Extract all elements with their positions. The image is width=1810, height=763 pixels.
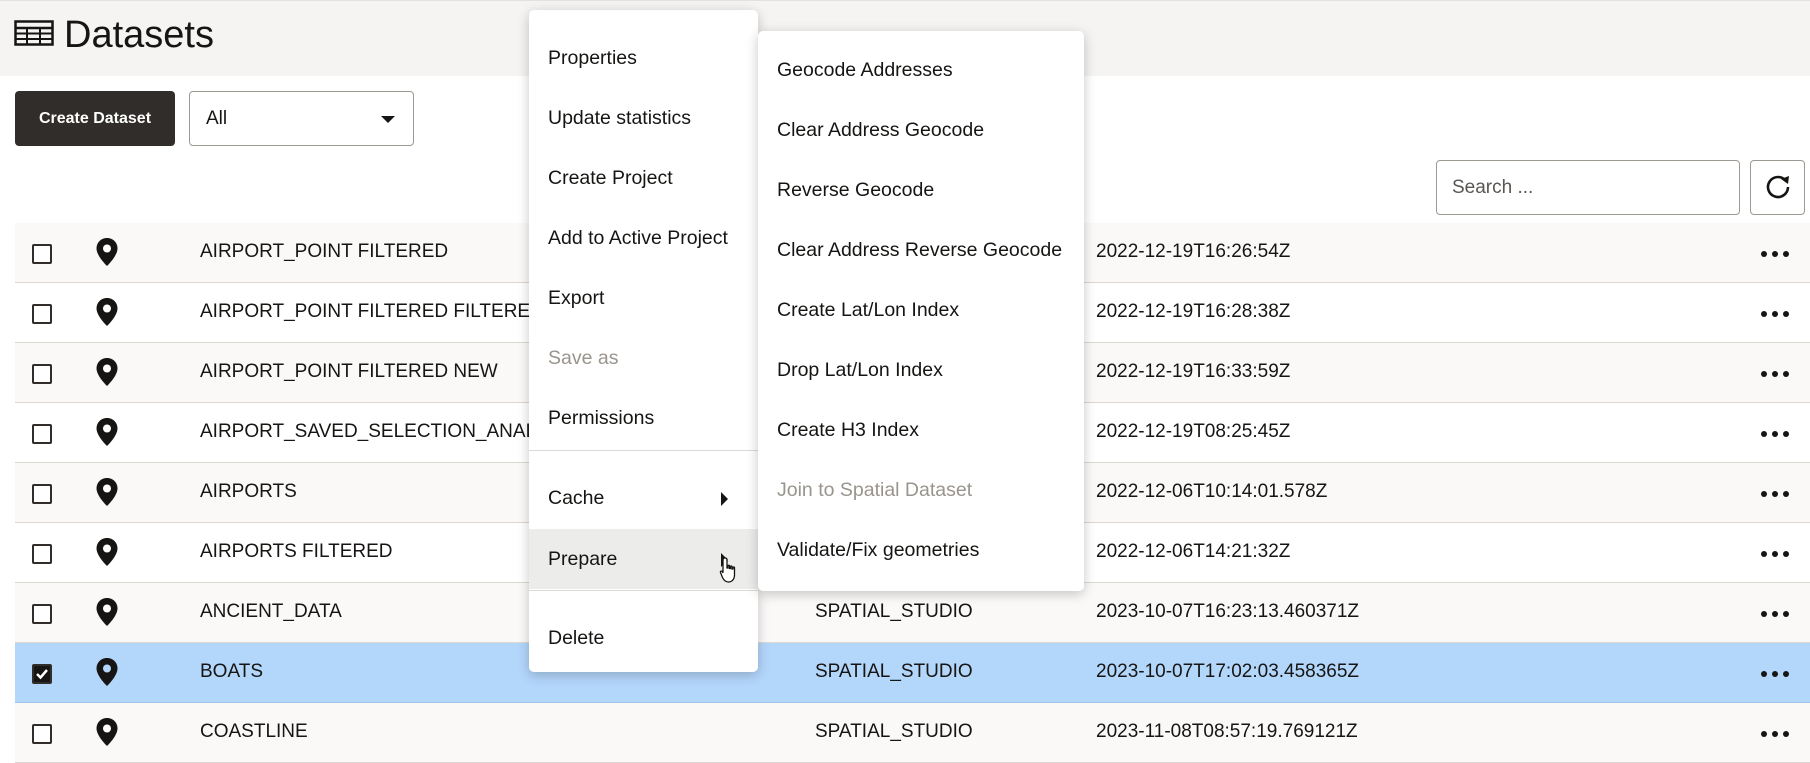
more-actions-icon[interactable] (1760, 543, 1790, 565)
chevron-down-icon (381, 116, 395, 123)
row-checkbox[interactable] (32, 724, 52, 744)
submenu-item-join-to-spatial-dataset: Join to Spatial Dataset (777, 478, 973, 501)
menu-item-permissions[interactable]: Permissions (529, 388, 758, 448)
more-actions-icon[interactable] (1760, 723, 1790, 745)
search-input[interactable] (1436, 160, 1740, 215)
create-dataset-button[interactable]: Create Dataset (15, 91, 175, 146)
dataset-name[interactable]: AIRPORT_POINT FILTERED NEW (200, 361, 498, 383)
submenu-item-geocode-addresses[interactable]: Geocode Addresses (758, 40, 1084, 100)
dataset-owner: SPATIAL_STUDIO (815, 601, 973, 622)
menu-item-save-as: Save as (548, 346, 619, 369)
table-row[interactable]: ANCIENT_DATA SPATIAL_STUDIO 2023-10-07T1… (15, 583, 1810, 643)
submenu-item-create-h3-index[interactable]: Create H3 Index (758, 400, 1084, 460)
row-checkbox[interactable] (32, 304, 52, 324)
dataset-date: 2022-12-06T10:14:01.578Z (1096, 481, 1328, 502)
dataset-date: 2022-12-19T16:26:54Z (1096, 241, 1291, 262)
row-checkbox[interactable] (32, 424, 52, 444)
menu-item-create-project[interactable]: Create Project (529, 148, 758, 208)
refresh-button[interactable] (1750, 160, 1805, 215)
page-title: Datasets (14, 12, 214, 58)
map-pin-icon (95, 417, 119, 453)
dataset-date: 2023-10-07T16:23:13.460371Z (1096, 601, 1360, 622)
submenu-item-reverse-geocode[interactable]: Reverse Geocode (758, 160, 1084, 220)
refresh-icon (1764, 172, 1792, 203)
more-actions-icon[interactable] (1760, 423, 1790, 445)
dataset-name[interactable]: AIRPORTS FILTERED (200, 541, 393, 563)
page-title-text: Datasets (64, 13, 214, 56)
filter-select[interactable]: All (189, 91, 414, 146)
map-pin-icon (95, 297, 119, 333)
prepare-submenu: Geocode Addresses Clear Address Geocode … (758, 31, 1084, 591)
menu-item-export[interactable]: Export (529, 268, 758, 328)
menu-item-cache[interactable]: Cache (529, 468, 758, 528)
menu-divider (529, 450, 758, 451)
dataset-owner: SPATIAL_STUDIO (815, 661, 973, 682)
submenu-item-clear-address-geocode[interactable]: Clear Address Geocode (758, 100, 1084, 160)
more-actions-icon[interactable] (1760, 603, 1790, 625)
map-pin-icon (95, 657, 119, 693)
row-checkbox[interactable] (32, 604, 52, 624)
table-row[interactable]: COASTLINE SPATIAL_STUDIO 2023-11-08T08:5… (15, 703, 1810, 763)
map-pin-icon (95, 597, 119, 633)
dataset-date: 2022-12-19T08:25:45Z (1096, 421, 1291, 442)
menu-item-add-to-active-project[interactable]: Add to Active Project (529, 208, 758, 268)
dataset-date: 2023-10-07T17:02:03.458365Z (1096, 661, 1360, 682)
submenu-item-validate-fix-geometries[interactable]: Validate/Fix geometries (758, 520, 1084, 580)
row-checkbox[interactable] (32, 364, 52, 384)
map-pin-icon (95, 357, 119, 393)
map-pin-icon (95, 717, 119, 753)
table-row-selected[interactable]: BOATS SPATIAL_STUDIO 2023-10-07T17:02:03… (15, 643, 1810, 703)
menu-item-update-statistics[interactable]: Update statistics (529, 88, 758, 148)
menu-item-prepare-label: Prepare (548, 547, 618, 570)
dataset-name[interactable]: BOATS (200, 661, 263, 683)
dataset-name[interactable]: AIRPORT_POINT FILTERED FILTERED (200, 301, 544, 323)
menu-item-cache-label: Cache (548, 486, 605, 509)
chevron-right-icon (721, 492, 728, 506)
more-actions-icon[interactable] (1760, 303, 1790, 325)
menu-divider (529, 590, 758, 591)
dataset-date: 2022-12-06T14:21:32Z (1096, 541, 1291, 562)
menu-item-delete[interactable]: Delete (529, 608, 758, 668)
row-checkbox[interactable] (32, 244, 52, 264)
dataset-name[interactable]: AIRPORT_SAVED_SELECTION_ANALYSIS (200, 421, 578, 443)
dataset-date: 2022-12-19T16:33:59Z (1096, 361, 1291, 382)
dataset-owner: SPATIAL_STUDIO (815, 721, 973, 742)
table-icon (14, 19, 54, 51)
more-actions-icon[interactable] (1760, 243, 1790, 265)
submenu-item-create-lat-lon-index[interactable]: Create Lat/Lon Index (758, 280, 1084, 340)
dataset-date: 2022-12-19T16:28:38Z (1096, 301, 1291, 322)
submenu-item-clear-address-reverse-geocode[interactable]: Clear Address Reverse Geocode (758, 220, 1084, 280)
dataset-name[interactable]: AIRPORTS (200, 481, 297, 503)
row-checkbox-checked[interactable] (32, 664, 52, 684)
map-pin-icon (95, 237, 119, 273)
hand-cursor-icon (719, 556, 739, 589)
map-pin-icon (95, 477, 119, 513)
dataset-name[interactable]: COASTLINE (200, 721, 308, 743)
row-checkbox[interactable] (32, 484, 52, 504)
dataset-name[interactable]: AIRPORT_POINT FILTERED (200, 241, 448, 263)
more-actions-icon[interactable] (1760, 483, 1790, 505)
submenu-item-drop-lat-lon-index[interactable]: Drop Lat/Lon Index (758, 340, 1084, 400)
more-actions-icon[interactable] (1760, 663, 1790, 685)
map-pin-icon (95, 537, 119, 573)
dataset-name[interactable]: ANCIENT_DATA (200, 601, 342, 623)
filter-select-value: All (206, 107, 228, 129)
more-actions-icon[interactable] (1760, 363, 1790, 385)
menu-item-properties[interactable]: Properties (529, 28, 758, 88)
dataset-date: 2023-11-08T08:57:19.769121Z (1096, 721, 1358, 742)
row-checkbox[interactable] (32, 544, 52, 564)
